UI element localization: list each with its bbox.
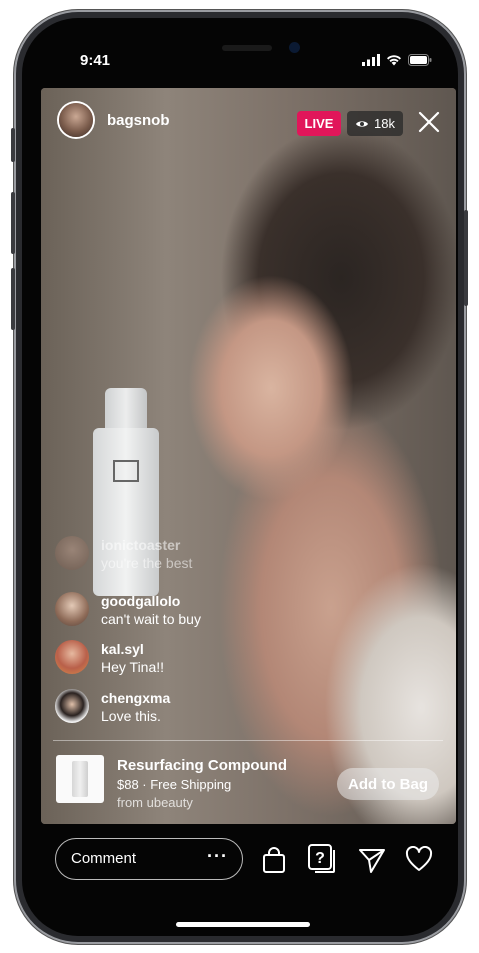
svg-text:?: ? xyxy=(315,850,325,867)
host-avatar[interactable] xyxy=(59,103,93,137)
comment-text: Hey Tina!! xyxy=(101,659,165,675)
live-badge: LIVE xyxy=(297,111,341,136)
mute-switch xyxy=(11,128,15,162)
comment-item: ionictoaster you're the best xyxy=(55,536,192,572)
comment-item: goodgallolo can't wait to buy xyxy=(55,592,201,628)
comment-input[interactable]: Comment ··· xyxy=(55,838,243,880)
commenter-avatar xyxy=(55,640,89,674)
heart-icon[interactable] xyxy=(405,846,433,872)
comment-text: you're the best xyxy=(101,555,193,571)
battery-icon xyxy=(408,54,432,66)
volume-up-button xyxy=(11,192,15,254)
status-bar: 9:41 xyxy=(40,40,440,80)
status-icons xyxy=(362,52,432,68)
commenter-avatar xyxy=(55,536,89,570)
send-icon[interactable] xyxy=(358,846,386,874)
eye-icon xyxy=(356,120,369,127)
comment-username: kal.syl xyxy=(101,641,144,657)
product-title[interactable]: Resurfacing Compound xyxy=(117,757,287,774)
signal-icon xyxy=(362,54,380,66)
comment-placeholder: Comment xyxy=(71,850,137,867)
product-price-shipping: $88 · Free Shipping xyxy=(117,777,232,792)
comment-username: ionictoaster xyxy=(101,537,181,553)
more-options-button[interactable]: ··· xyxy=(207,846,228,867)
live-header: bagsnob LIVE 18k xyxy=(41,88,456,148)
product-divider xyxy=(53,740,443,741)
close-icon[interactable] xyxy=(415,108,443,136)
comment-username: goodgallolo xyxy=(101,593,181,609)
comment-text: can't wait to buy xyxy=(101,611,201,627)
commenter-avatar xyxy=(55,592,89,626)
product-seller: from ubeauty xyxy=(117,795,193,810)
home-indicator[interactable] xyxy=(176,922,310,927)
shopping-bag-icon[interactable] xyxy=(261,846,287,874)
live-video-screen[interactable]: bagsnob LIVE 18k ionictoaster you're the… xyxy=(41,88,456,824)
status-time: 9:41 xyxy=(80,52,111,69)
product-thumbnail[interactable] xyxy=(56,755,104,803)
comment-item: chengxma Love this. xyxy=(55,689,170,725)
volume-down-button xyxy=(11,268,15,330)
add-to-bag-button[interactable]: Add to Bag xyxy=(337,768,439,800)
comment-text: Love this. xyxy=(101,708,161,724)
wifi-icon xyxy=(387,55,401,66)
comment-item: kal.syl Hey Tina!! xyxy=(55,640,164,676)
bottle-logo xyxy=(113,460,139,482)
viewer-count: 18k xyxy=(374,116,395,131)
power-button xyxy=(464,210,468,306)
viewer-count-badge[interactable]: 18k xyxy=(347,111,403,136)
commenter-avatar xyxy=(55,689,89,723)
comment-username: chengxma xyxy=(101,690,171,706)
host-username[interactable]: bagsnob xyxy=(107,112,170,129)
question-sticker-icon[interactable]: ? xyxy=(307,843,339,875)
